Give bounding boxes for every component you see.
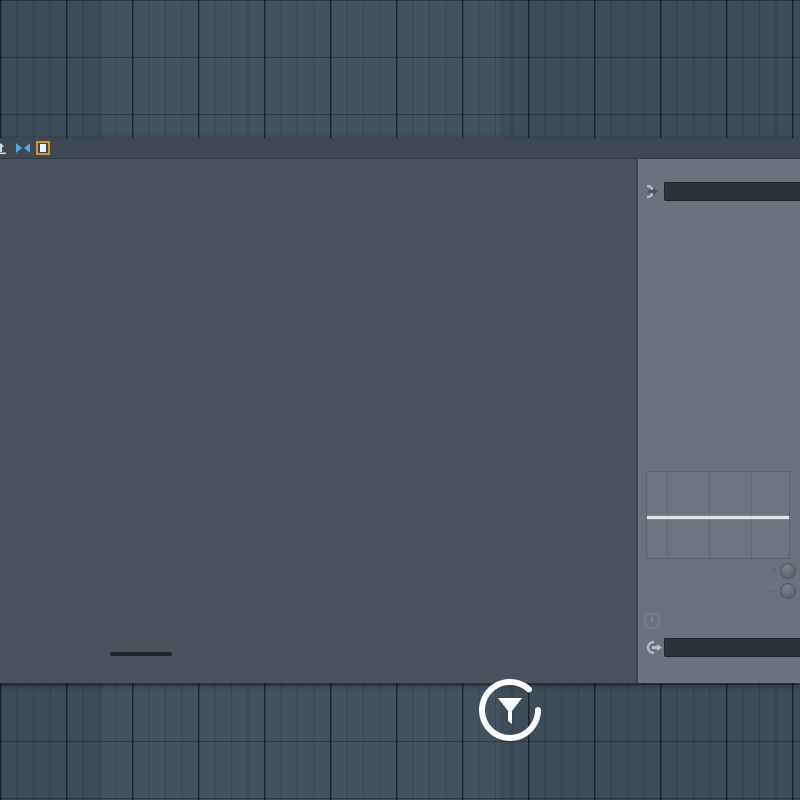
eq-vertical-icon: ≈ <box>771 565 776 575</box>
scroll-thumb[interactable] <box>110 652 172 656</box>
eq-band-button-2[interactable] <box>780 583 796 599</box>
mixer-toolbar <box>0 138 800 159</box>
eq-band-button-1[interactable] <box>780 563 796 579</box>
mixer-window: ≈ ↔ <box>0 138 800 683</box>
input-select[interactable] <box>664 182 800 201</box>
output-select[interactable] <box>664 638 800 657</box>
mixer-effects-rack: ≈ ↔ <box>636 159 800 683</box>
eq-curve <box>647 516 789 519</box>
funnel-circle-icon <box>472 672 548 748</box>
anchor-icon[interactable] <box>0 141 8 155</box>
eq-horizontal-icon: ↔ <box>767 585 776 595</box>
input-arrow-icon[interactable] <box>644 183 664 200</box>
rack-input-row[interactable] <box>644 181 800 202</box>
orange-square-icon[interactable] <box>36 141 50 155</box>
keywav-watermark <box>470 672 800 782</box>
eq-display[interactable] <box>646 471 790 559</box>
mixer-horizontal-scrollbar[interactable] <box>92 646 352 662</box>
snap-marker-icon[interactable] <box>15 141 29 155</box>
clock-icon <box>644 613 660 629</box>
rack-output-row[interactable] <box>644 637 800 658</box>
latency-row <box>644 609 800 633</box>
output-arrow-icon[interactable] <box>644 639 664 656</box>
